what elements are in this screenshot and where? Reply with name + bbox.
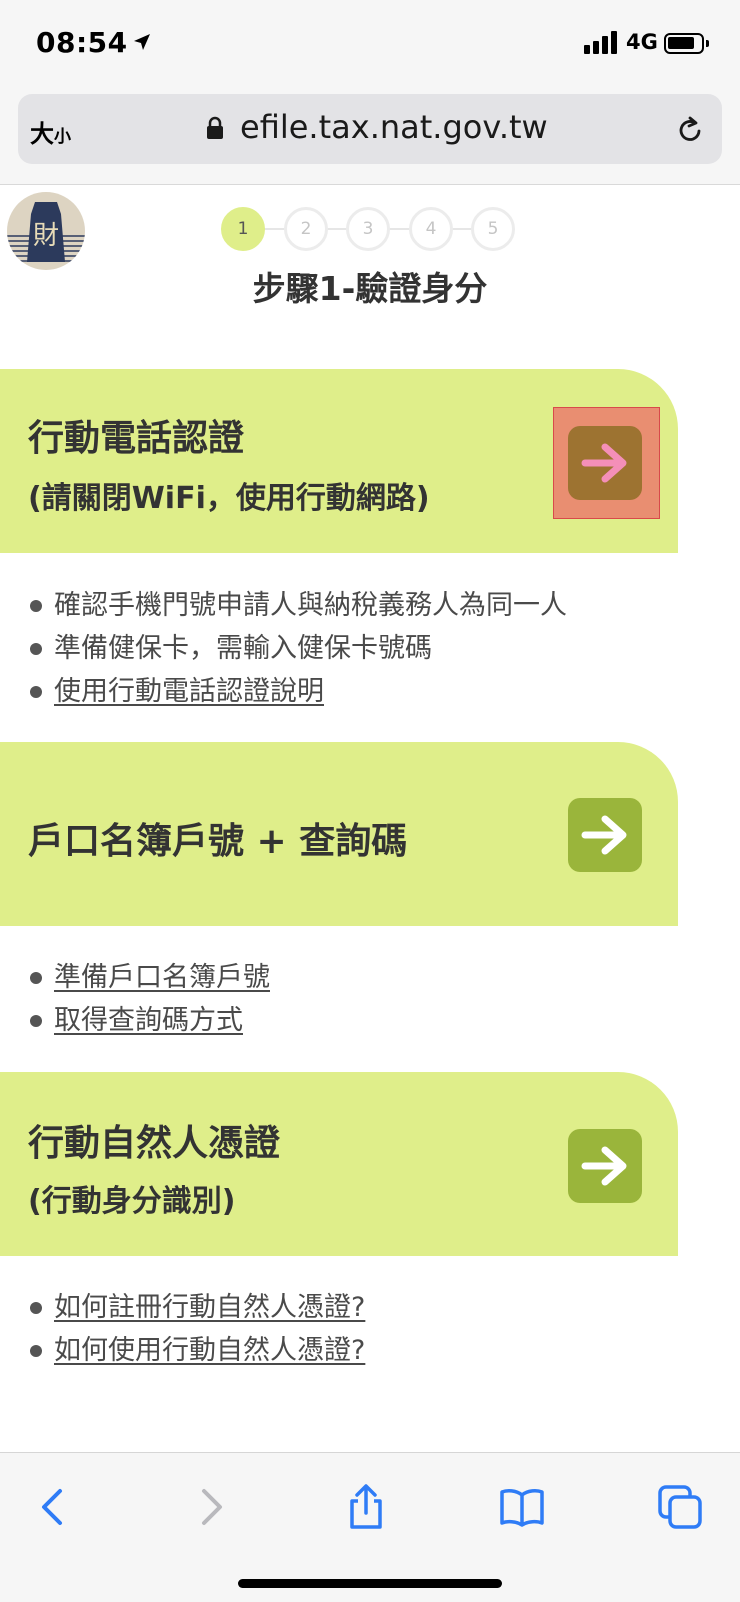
arrow-right-icon bbox=[581, 443, 627, 483]
address-bar[interactable]: 大小 efile.tax.nat.gov.tw bbox=[18, 94, 722, 164]
network-type: 4G bbox=[626, 30, 658, 54]
household-id-go-button[interactable] bbox=[568, 798, 642, 872]
text-size-button[interactable]: 大小 bbox=[30, 114, 71, 149]
card-subtitle: (請關閉WiFi，使用行動網路) bbox=[28, 481, 430, 516]
card-2-notes: 準備戶口名簿戶號 取得查詢碼方式 bbox=[30, 956, 270, 1042]
browser-toolbar bbox=[0, 1452, 740, 1602]
share-icon[interactable] bbox=[342, 1483, 390, 1531]
text-size-label-small: 小 bbox=[54, 127, 71, 147]
page-title: 步驟1-驗證身分 bbox=[252, 269, 488, 308]
card-3-notes: 如何註冊行動自然人憑證? 如何使用行動自然人憑證? bbox=[30, 1286, 365, 1372]
step-4: 4 bbox=[409, 207, 453, 251]
lock-icon bbox=[207, 116, 223, 139]
household-number-link[interactable]: 準備戶口名簿戶號 bbox=[30, 956, 270, 999]
mobile-auth-guide-link[interactable]: 使用行動電話認證說明 bbox=[30, 670, 567, 713]
svg-text:財: 財 bbox=[33, 221, 59, 251]
card-1-notes: 確認手機門號申請人與納稅義務人為同一人 準備健保卡，需輸入健保卡號碼 使用行動電… bbox=[30, 584, 567, 713]
chevron-right-icon[interactable] bbox=[186, 1483, 234, 1531]
step-5: 5 bbox=[471, 207, 515, 251]
browser-address-area: 大小 efile.tax.nat.gov.tw bbox=[0, 88, 740, 185]
card-title: 行動電話認證 bbox=[28, 418, 245, 459]
tabs-icon[interactable] bbox=[656, 1483, 704, 1531]
card-title: 戶口名簿戶號 + 查詢碼 bbox=[28, 821, 408, 862]
battery-icon bbox=[664, 33, 709, 54]
tax-agency-logo: 財 bbox=[7, 192, 85, 270]
book-icon[interactable] bbox=[498, 1483, 546, 1531]
list-item: 確認手機門號申請人與納稅義務人為同一人 bbox=[30, 584, 567, 627]
step-3: 3 bbox=[346, 207, 390, 251]
status-time: 08:54 bbox=[36, 26, 128, 59]
text-size-label-big: 大 bbox=[30, 120, 54, 148]
card-title: 行動自然人憑證 bbox=[28, 1123, 281, 1164]
home-indicator bbox=[238, 1579, 502, 1588]
arrow-right-icon bbox=[581, 1146, 627, 1186]
mobile-citizen-cert-go-button[interactable] bbox=[568, 1129, 642, 1203]
card-subtitle: (行動身分識別) bbox=[28, 1184, 236, 1219]
use-cert-link[interactable]: 如何使用行動自然人憑證? bbox=[30, 1329, 365, 1372]
arrow-right-icon bbox=[581, 815, 627, 855]
cell-signal-icon bbox=[584, 30, 617, 54]
step-1: 1 bbox=[221, 207, 265, 251]
progress-stepper: 1 2 3 4 5 bbox=[221, 205, 521, 253]
chevron-left-icon[interactable] bbox=[30, 1483, 78, 1531]
register-cert-link[interactable]: 如何註冊行動自然人憑證? bbox=[30, 1286, 365, 1329]
reload-icon[interactable] bbox=[674, 114, 706, 146]
url-text[interactable]: efile.tax.nat.gov.tw bbox=[240, 108, 548, 146]
status-bar: 08:54 4G bbox=[0, 0, 740, 88]
location-arrow-icon bbox=[134, 34, 150, 50]
logo-emblem-icon: 財 bbox=[7, 202, 85, 262]
step-2: 2 bbox=[284, 207, 328, 251]
mobile-phone-auth-go-button[interactable] bbox=[568, 426, 642, 500]
query-code-link[interactable]: 取得查詢碼方式 bbox=[30, 999, 270, 1042]
list-item: 準備健保卡，需輸入健保卡號碼 bbox=[30, 627, 567, 670]
